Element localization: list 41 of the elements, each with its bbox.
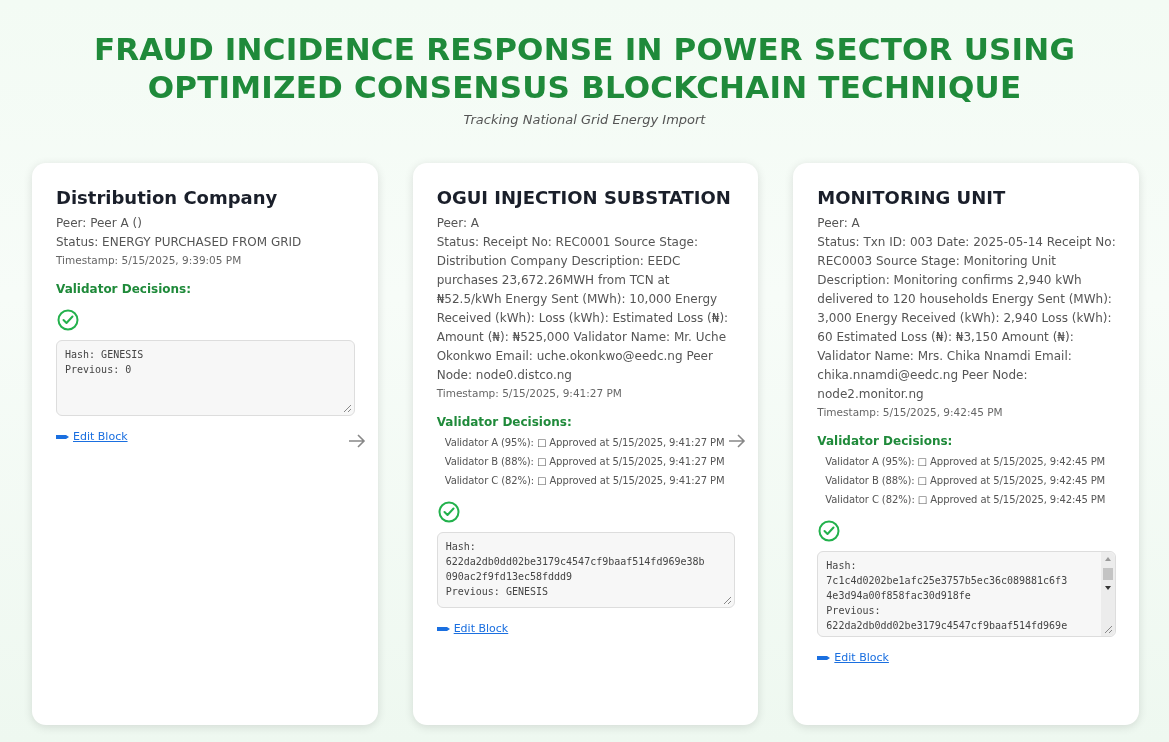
check-circle-icon: [817, 519, 842, 543]
scrollbar-icon[interactable]: [1101, 552, 1115, 636]
hash-field[interactable]: Hash: GENESIS Previous: 0: [56, 340, 355, 416]
validator-decision: Validator C (82%): □ Approved at 5/15/2025, 9:41:27 PM: [444, 474, 726, 488]
peer-text: Peer: Peer A (): [56, 215, 143, 232]
validator-decision: Validator A (95%): □ Approved at 5/15/2025, 9:42:45 PM: [825, 455, 1107, 469]
page-title: FRAUD INCIDENCE RESPONSE IN POWER SECTOR USING OPTIMIZED CONSENSUS BLOCKCHAIN TECHNIQUE: [92, 30, 1077, 106]
timestamp-text: Timestamp: 5/15/2025, 9:41:27 PM: [436, 386, 623, 401]
edit-block-link[interactable]: Edit Block: [436, 622, 509, 635]
validator-decision: Validator C (82%): □ Approved at 5/15/2025, 9:42:45 PM: [825, 493, 1107, 507]
resize-grip-icon[interactable]: [342, 404, 352, 413]
check-circle-icon: [56, 308, 80, 332]
page-subtitle: Tracking National Grid Energy Import: [463, 112, 706, 127]
validator-decisions-heading: Validator Decisions:: [436, 415, 573, 429]
pencil-icon: [436, 624, 451, 633]
peer-text: Peer: A: [817, 215, 861, 232]
right-arrow-icon: [728, 433, 747, 449]
timestamp-text: Timestamp: 5/15/2025, 9:39:05 PM: [56, 253, 243, 268]
check-circle-icon: [436, 500, 461, 524]
block-title: OGUI INJECTION SUBSTATION: [436, 187, 732, 208]
status-text: Status: ENERGY PURCHASED FROM GRID: [56, 234, 303, 251]
block-title: Distribution Company: [56, 187, 279, 208]
validator-decisions-heading: Validator Decisions:: [817, 434, 954, 448]
pencil-icon: [56, 432, 70, 441]
edit-block-link[interactable]: Edit Block: [817, 651, 889, 664]
status-text: Status: Txn ID: 003 Date: 2025-05-14 Receipt No: REC0003 Source Stage: Monitoring Unit Description: Monitoring confirms 2,940 kWh delivered to 120 households Energy Sent (MWh): 3,000 Energy Received (kWh): 2,940 Loss (kWh): 60 Estimated Loss (₦): ₦3,150 Amount (₦): Validator Name: Mrs. Chika Nnamdi Email: chika.nnamdi@eedc.ng Peer Node: node2.monitor.ng: [817, 234, 1116, 403]
hash-field[interactable]: Hash: 7c1c4d0202be1afc25e3757b5ec36c089881c6f34e3d94a00f858fac30d918fe Previous: 622da2db0dd02be3179c4547cf9baaf514fd969e: [817, 551, 1116, 637]
resize-grip-icon[interactable]: [723, 596, 733, 605]
validator-decision: Validator B (88%): □ Approved at 5/15/2025, 9:42:45 PM: [825, 474, 1107, 488]
validator-decisions-heading: Validator Decisions:: [56, 282, 193, 296]
timestamp-text: Timestamp: 5/15/2025, 9:42:45 PM: [817, 405, 1004, 420]
right-arrow-icon: [347, 433, 366, 449]
peer-text: Peer: A: [436, 215, 481, 232]
pencil-icon: [817, 653, 832, 662]
resize-grip-icon[interactable]: [1104, 625, 1113, 634]
hash-field[interactable]: Hash: 622da2db0dd02be3179c4547cf9baaf514fd969e38b090ac2f9fd13ec58fddd9 Previous: GENESIS: [436, 532, 736, 608]
validator-decision: Validator B (88%): □ Approved at 5/15/2025, 9:41:27 PM: [444, 455, 726, 469]
validator-decision: Validator A (95%): □ Approved at 5/15/2025, 9:41:27 PM: [444, 436, 726, 450]
edit-block-link[interactable]: Edit Block: [56, 430, 128, 443]
block-title: MONITORING UNIT: [817, 187, 1007, 208]
status-text: Status: Receipt No: REC0001 Source Stage: Distribution Company Description: EEDC purchases 23,672.26MWH from TCN at ₦52.5/kWh Energy Sent (MWh): 10,000 Energy Received (kWh): Loss (kWh): Estimated Loss (₦): Amount (₦): ₦525,000 Validator Name: Mr. Uche Okonkwo Email: uche.okonkwo@eedc.ng Peer Node: node0.distco.ng: [436, 234, 730, 384]
